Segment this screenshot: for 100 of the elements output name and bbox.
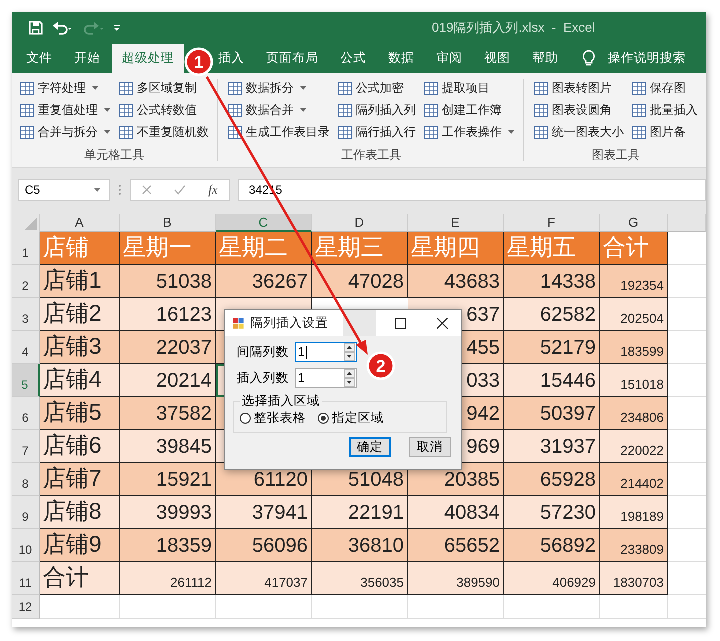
table-cell: 店铺5 xyxy=(40,397,120,430)
window-title: 019隔列插入列.xlsx - Excel xyxy=(432,19,596,37)
dialog-title: 隔列插入设置 xyxy=(250,314,329,332)
table-cell: 233809 xyxy=(600,529,668,562)
table-cell: 星期三 xyxy=(312,232,408,265)
table-cell: 36810 xyxy=(312,529,408,562)
tell-me-search[interactable]: 操作说明搜索 xyxy=(604,44,690,73)
table-cell: 星期一 xyxy=(120,232,216,265)
table-cell: 234806 xyxy=(600,397,668,430)
ribbon-command[interactable]: 图表转图片 xyxy=(532,77,626,99)
dialog-button[interactable]: 取消 xyxy=(409,437,451,457)
group-label: 单元格工具 xyxy=(84,147,146,164)
table-cell: 51038 xyxy=(120,265,216,298)
table-cell: 星期四 xyxy=(408,232,504,265)
table-cell: 15446 xyxy=(504,364,600,397)
row-header[interactable]: 9 xyxy=(12,496,40,529)
row-header[interactable]: 12 xyxy=(12,595,40,619)
group-label: 工作表工具 xyxy=(340,147,402,164)
table-cell: 店铺6 xyxy=(40,430,120,463)
table-cell: 417037 xyxy=(216,562,312,595)
ribbon-tab[interactable]: 开始 xyxy=(64,44,111,73)
ribbon-command[interactable]: 创建工作簿 xyxy=(422,99,517,121)
table-cell: 36267 xyxy=(216,265,312,298)
row-header[interactable]: 1 xyxy=(12,232,40,265)
column-header[interactable]: C xyxy=(216,214,312,232)
table-cell: 183599 xyxy=(600,331,668,364)
table-cell: 65928 xyxy=(504,463,600,496)
group-label: 图表工具 xyxy=(591,147,641,164)
table-cell: 店铺4 xyxy=(40,364,120,397)
ribbon-tab[interactable]: 文件 xyxy=(16,44,63,73)
number-spinner[interactable]: 1 xyxy=(295,368,357,388)
table-cell: 店铺7 xyxy=(40,463,120,496)
ribbon-tab[interactable]: 帮助 xyxy=(522,44,569,73)
table-cell: 192354 xyxy=(600,265,668,298)
table-cell: 50397 xyxy=(504,397,600,430)
row-header[interactable]: 7 xyxy=(12,430,40,463)
table-cell: 星期五 xyxy=(504,232,600,265)
ribbon-command[interactable]: 多区域复制 xyxy=(117,77,211,99)
ribbon-command[interactable]: 保存图 xyxy=(630,77,700,99)
row-header[interactable]: 3 xyxy=(12,298,40,331)
ribbon-tab[interactable]: 超级处理 xyxy=(112,44,184,73)
ribbon-tab[interactable]: 公式 xyxy=(330,44,377,73)
ribbon-command[interactable]: 提取项目 xyxy=(422,77,517,99)
ribbon-command[interactable]: 重复值处理 xyxy=(18,99,113,121)
table-cell: 39993 xyxy=(120,496,216,529)
table-cell: 261112 xyxy=(120,562,216,595)
ribbon-command[interactable]: 批量插入 xyxy=(630,99,700,121)
table-cell: 20214 xyxy=(120,364,216,397)
table-cell: 22037 xyxy=(120,331,216,364)
row-header[interactable]: 6 xyxy=(12,397,40,430)
ribbon-command[interactable]: 合并与拆分 xyxy=(18,121,113,143)
ribbon-command[interactable]: 隔列插入列 xyxy=(336,99,418,121)
ribbon-command[interactable]: 工作表操作 xyxy=(422,121,517,143)
table-cell: 18359 xyxy=(120,529,216,562)
radio-option[interactable]: 整张表格 xyxy=(240,410,306,427)
table-cell: 店铺1 xyxy=(40,265,120,298)
row-header[interactable]: 8 xyxy=(12,463,40,496)
table-cell: 356035 xyxy=(312,562,408,595)
ribbon-command[interactable]: 字符处理 xyxy=(18,77,113,99)
table-cell: 62582 xyxy=(504,298,600,331)
ribbon-tab[interactable]: 视图 xyxy=(474,44,521,73)
ribbon-command[interactable]: 隔行插入行 xyxy=(336,121,418,143)
row-header[interactable]: 11 xyxy=(12,562,40,595)
table-cell: 星期二 xyxy=(216,232,312,265)
table-cell: 406929 xyxy=(504,562,600,595)
ribbon-command[interactable]: 公式加密 xyxy=(336,77,418,99)
name-box[interactable]: C5 xyxy=(18,179,110,201)
radio-option[interactable]: 指定区域 xyxy=(318,410,384,427)
ribbon-command[interactable]: 公式转数值 xyxy=(117,99,211,121)
group-box-label: 选择插入区域 xyxy=(241,393,321,410)
table-cell: 15921 xyxy=(120,463,216,496)
table-cell: 202504 xyxy=(600,298,668,331)
table-cell: 47028 xyxy=(312,265,408,298)
table-cell: 39845 xyxy=(120,430,216,463)
row-header[interactable]: 4 xyxy=(12,331,40,364)
table-cell: 40834 xyxy=(408,496,504,529)
row-header[interactable]: 10 xyxy=(12,529,40,562)
table-cell: 店铺3 xyxy=(40,331,120,364)
table-cell: 389590 xyxy=(408,562,504,595)
table-cell: 14338 xyxy=(504,265,600,298)
table-cell: 57230 xyxy=(504,496,600,529)
field-label: 间隔列数 xyxy=(237,344,289,360)
insert-function-button[interactable]: fx xyxy=(208,182,218,198)
ribbon-command[interactable]: 图表设圆角 xyxy=(532,99,626,121)
ribbon-command[interactable]: 不重复随机数 xyxy=(117,121,211,143)
ribbon-tab[interactable]: 数据 xyxy=(378,44,425,73)
number-spinner[interactable]: 1 xyxy=(295,342,357,362)
ribbon-tab[interactable]: 页面布局 xyxy=(256,44,329,73)
ribbon-command[interactable]: 数据拆分 xyxy=(226,77,332,99)
ribbon-command[interactable]: 统一图表大小 xyxy=(532,121,626,143)
dialog-button[interactable]: 确定 xyxy=(349,437,391,457)
table-cell: 52179 xyxy=(504,331,600,364)
table-cell: 16123 xyxy=(120,298,216,331)
table-cell: 220022 xyxy=(600,430,668,463)
table-cell: 56892 xyxy=(504,529,600,562)
table-cell: 1830703 xyxy=(600,562,668,595)
ribbon-tab[interactable]: 审阅 xyxy=(426,44,473,73)
row-header[interactable]: 5 xyxy=(12,364,40,397)
ribbon-command[interactable]: 图片备 xyxy=(630,121,700,143)
row-header[interactable]: 2 xyxy=(12,265,40,298)
